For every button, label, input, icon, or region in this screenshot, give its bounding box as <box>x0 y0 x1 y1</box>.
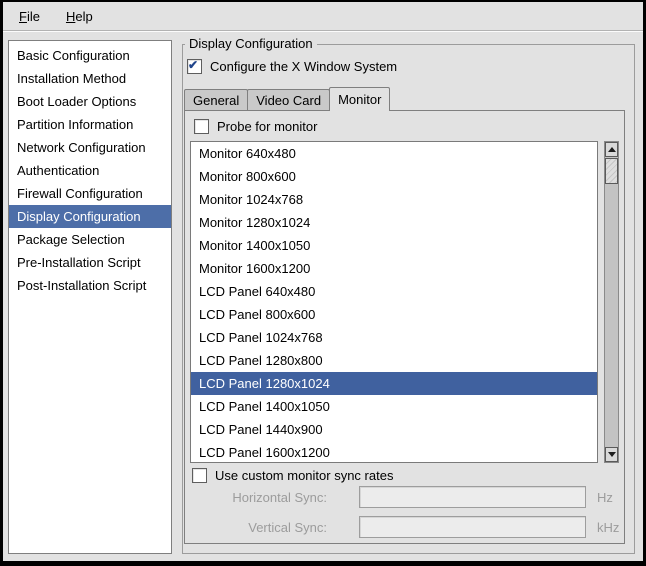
frame-title: Display Configuration <box>185 36 317 51</box>
vertical-sync-unit: kHz <box>597 520 619 535</box>
configure-x-label: Configure the X Window System <box>210 59 397 74</box>
sidebar-list[interactable]: Basic ConfigurationInstallation MethodBo… <box>8 40 172 554</box>
menu-item-help[interactable]: Help <box>58 7 101 26</box>
horizontal-sync-input[interactable] <box>359 486 586 508</box>
sidebar-item[interactable]: Installation Method <box>9 67 171 90</box>
tab-general[interactable]: General <box>184 89 248 110</box>
arrow-down-icon <box>608 452 616 457</box>
probe-monitor-label: Probe for monitor <box>217 119 317 134</box>
list-item[interactable]: LCD Panel 1280x800 <box>191 349 597 372</box>
probe-monitor-checkbox[interactable] <box>194 119 209 134</box>
app-window: File Help Basic ConfigurationInstallation… <box>0 0 646 566</box>
list-item[interactable]: Monitor 1024x768 <box>191 188 597 211</box>
sidebar-item[interactable]: Pre-Installation Script <box>9 251 171 274</box>
scrollbar-up-button[interactable] <box>605 142 618 157</box>
list-item[interactable]: Monitor 640x480 <box>191 142 597 165</box>
list-item[interactable]: Monitor 1400x1050 <box>191 234 597 257</box>
sidebar-item[interactable]: Network Configuration <box>9 136 171 159</box>
sidebar-item[interactable]: Display Configuration <box>9 205 171 228</box>
list-item[interactable]: Monitor 1280x1024 <box>191 211 597 234</box>
tab-video-card[interactable]: Video Card <box>247 89 330 110</box>
vertical-sync-label: Vertical Sync: <box>185 520 327 535</box>
sidebar-item[interactable]: Authentication <box>9 159 171 182</box>
configure-x-checkbox-row[interactable]: Configure the X Window System <box>187 59 397 74</box>
arrow-up-icon <box>608 147 616 152</box>
vertical-sync-row: Vertical Sync: kHz <box>185 516 624 538</box>
sidebar-item[interactable]: Basic Configuration <box>9 44 171 67</box>
list-item[interactable]: LCD Panel 1024x768 <box>191 326 597 349</box>
sidebar-item[interactable]: Firewall Configuration <box>9 182 171 205</box>
sidebar-item[interactable]: Boot Loader Options <box>9 90 171 113</box>
list-item[interactable]: Monitor 800x600 <box>191 165 597 188</box>
horizontal-sync-unit: Hz <box>597 490 613 505</box>
tab-bar: GeneralVideo CardMonitor <box>184 87 389 110</box>
list-item[interactable]: LCD Panel 1280x1024 <box>191 372 597 395</box>
window-content: File Help Basic ConfigurationInstallation… <box>3 2 643 561</box>
sync-fields: Horizontal Sync: Hz Vertical Sync: kHz <box>185 486 624 546</box>
custom-sync-label: Use custom monitor sync rates <box>215 468 393 483</box>
probe-monitor-checkbox-row[interactable]: Probe for monitor <box>194 119 317 134</box>
vertical-sync-input[interactable] <box>359 516 586 538</box>
scrollbar-thumb[interactable] <box>605 158 618 184</box>
menu-bar: File Help <box>3 2 643 31</box>
list-item[interactable]: LCD Panel 800x600 <box>191 303 597 326</box>
scrollbar-down-button[interactable] <box>605 447 618 462</box>
monitor-list-scrollbar[interactable] <box>604 141 619 463</box>
sidebar-item[interactable]: Package Selection <box>9 228 171 251</box>
list-item[interactable]: LCD Panel 1600x1200 <box>191 441 597 463</box>
sidebar-item[interactable]: Post-Installation Script <box>9 274 171 297</box>
horizontal-sync-label: Horizontal Sync: <box>185 490 327 505</box>
list-item[interactable]: LCD Panel 640x480 <box>191 280 597 303</box>
menu-item-file[interactable]: File <box>11 7 48 26</box>
list-item[interactable]: LCD Panel 1440x900 <box>191 418 597 441</box>
list-item[interactable]: LCD Panel 1400x1050 <box>191 395 597 418</box>
monitor-list[interactable]: Monitor 640x480Monitor 800x600Monitor 10… <box>190 141 598 463</box>
tab-monitor[interactable]: Monitor <box>329 87 390 111</box>
configure-x-checkbox[interactable] <box>187 59 202 74</box>
horizontal-sync-row: Horizontal Sync: Hz <box>185 486 624 508</box>
list-item[interactable]: Monitor 1600x1200 <box>191 257 597 280</box>
sidebar-item[interactable]: Partition Information <box>9 113 171 136</box>
custom-sync-checkbox[interactable] <box>192 468 207 483</box>
custom-sync-checkbox-row[interactable]: Use custom monitor sync rates <box>192 468 393 483</box>
monitor-tab-page: Probe for monitor Monitor 640x480Monitor… <box>184 110 625 544</box>
